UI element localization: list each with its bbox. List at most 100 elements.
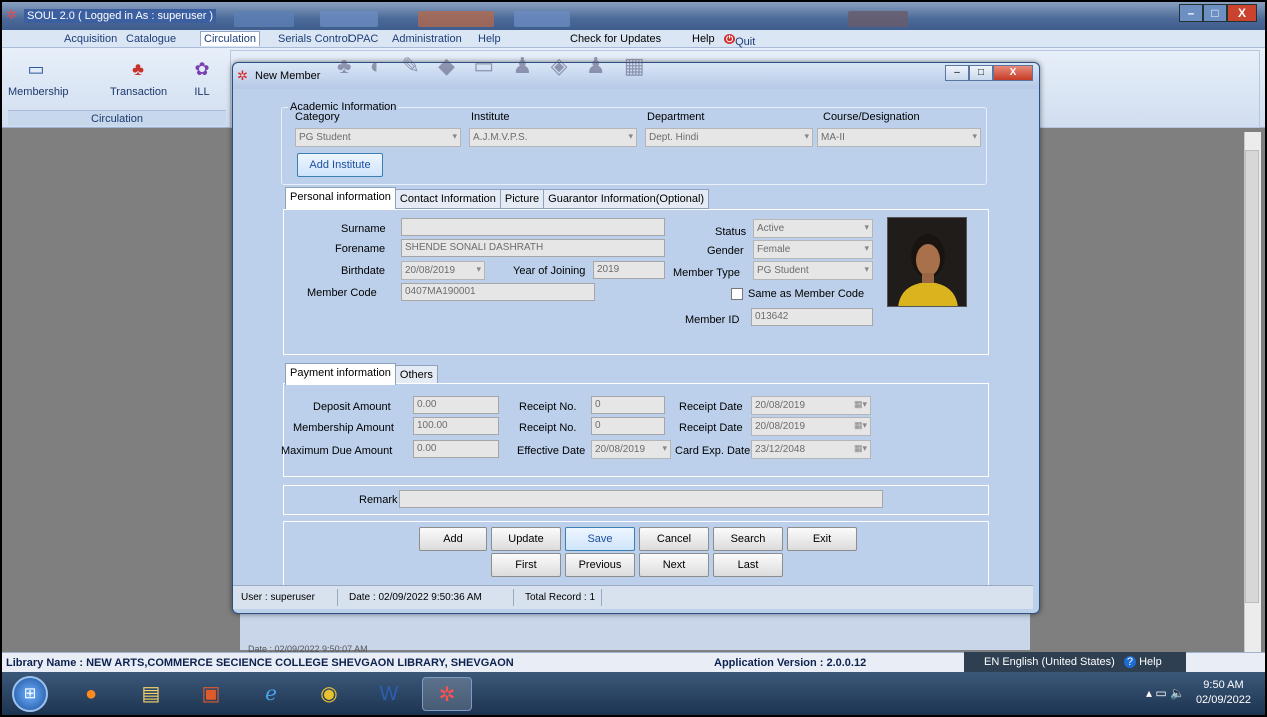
max-due-amount-field[interactable]: 0.00 [413, 440, 499, 458]
menu-help-right[interactable]: Help [692, 33, 715, 45]
next-button[interactable]: Next [639, 553, 709, 577]
tray-arrow-icon[interactable]: ▴ [1146, 686, 1152, 700]
dialog-maximize-button[interactable]: □ [969, 65, 993, 81]
minimize-button[interactable]: – [1179, 4, 1203, 22]
exit-button[interactable]: Exit [787, 527, 857, 551]
status-total-records: Total Record : 1 [525, 592, 596, 603]
last-button[interactable]: Last [713, 553, 783, 577]
status-label: Status [715, 226, 747, 238]
tab-picture[interactable]: Picture [499, 189, 545, 209]
same-as-member-code-label: Same as Member Code [748, 288, 865, 300]
tab-personal-information[interactable]: Personal information [285, 187, 396, 209]
status-select[interactable]: Active ▾ [753, 219, 873, 238]
menu-administration[interactable]: Administration [392, 33, 462, 45]
year-of-joining-field[interactable]: 2019 [593, 261, 665, 279]
cancel-button[interactable]: Cancel [639, 527, 709, 551]
app-icon: ✲ [6, 7, 17, 22]
ribbon-icon-behind: ♣ ◐ ✎ ◆ ▭ ♟ ◈ ♟ ▦ [337, 53, 645, 78]
title-bar: ✲ SOUL 2.0 ( Logged in As : superuser ) … [2, 2, 1265, 30]
gender-label: Gender [707, 245, 744, 257]
previous-button[interactable]: Previous [565, 553, 635, 577]
member-type-select[interactable]: PG Student ▾ [753, 261, 873, 280]
menu-circulation[interactable]: Circulation [200, 31, 260, 46]
clock[interactable]: 9:50 AM 02/09/2022 [1196, 678, 1251, 708]
soul-app-icon[interactable]: ✲ [422, 677, 472, 711]
tab-payment-information[interactable]: Payment information [285, 363, 396, 385]
window-controls: – □ X [1179, 4, 1257, 22]
course-select[interactable]: MA-II ▾ [817, 128, 981, 147]
update-button[interactable]: Update [491, 527, 561, 551]
network-icon[interactable]: ▭ [1155, 686, 1166, 700]
first-button[interactable]: First [491, 553, 561, 577]
department-select[interactable]: Dept. Hindi ▾ [645, 128, 813, 147]
member-id-field[interactable]: 013642 [751, 308, 873, 326]
ill-button[interactable]: ✿ ILL [174, 54, 230, 114]
institute-label: Institute [471, 111, 510, 123]
volume-icon[interactable]: 🔈 [1170, 686, 1185, 700]
start-button-icon[interactable]: ⊞ [12, 676, 48, 712]
folder-icon[interactable]: ▤ [126, 677, 176, 711]
membership-label: Membership [8, 86, 69, 98]
institute-select[interactable]: A.J.M.V.P.S. ▾ [469, 128, 637, 147]
receipt-date-value-2: 20/08/2019 [755, 421, 806, 432]
firefox-icon[interactable]: ● [66, 677, 116, 711]
category-value: PG Student [299, 132, 351, 143]
chrome-icon[interactable]: ◉ [304, 677, 354, 711]
menu-opac[interactable]: OPAC [348, 33, 378, 45]
membership-amount-field[interactable]: 100.00 [413, 417, 499, 435]
tab-guarantor-information[interactable]: Guarantor Information(Optional) [543, 189, 710, 209]
receipt-no-field-1[interactable]: 0 [591, 396, 665, 414]
dialog-title-bar: ✲ New Member ♣ ◐ ✎ ◆ ▭ ♟ ◈ ♟ ▦ – □ X [233, 53, 1039, 89]
new-member-dialog: ✲ New Member ♣ ◐ ✎ ◆ ▭ ♟ ◈ ♟ ▦ – □ X Aca… [232, 53, 1040, 614]
member-code-label: Member Code [307, 287, 377, 299]
menu-bar: Acquisition Catalogue Circulation Serial… [2, 30, 1265, 48]
office-icon[interactable]: ▣ [186, 677, 236, 711]
save-button[interactable]: Save [565, 527, 635, 551]
menu-help[interactable]: Help [478, 33, 501, 45]
surname-label: Surname [341, 223, 386, 235]
system-tray[interactable]: ▴ ▭ 🔈 [1146, 686, 1185, 700]
ie-icon[interactable]: ℯ [246, 677, 296, 711]
receipt-date-picker-2[interactable]: 20/08/2019 ▦▾ [751, 417, 871, 436]
category-select[interactable]: PG Student ▾ [295, 128, 461, 147]
background-tile [320, 11, 378, 27]
forename-field[interactable]: SHENDE SONALI DASHRATH [401, 239, 665, 257]
menu-acquisition[interactable]: Acquisition [64, 33, 117, 45]
language-bar[interactable]: EN English (United States) ? Help [964, 652, 1186, 672]
ill-icon: ✿ [194, 59, 210, 79]
search-button[interactable]: Search [713, 527, 783, 551]
tab-others[interactable]: Others [394, 365, 438, 385]
deposit-amount-field[interactable]: 0.00 [413, 396, 499, 414]
birthdate-picker[interactable]: 20/08/2019 ▾ [401, 261, 485, 280]
check-for-updates[interactable]: Check for Updates [570, 33, 661, 45]
receipt-date-picker-1[interactable]: 20/08/2019 ▦▾ [751, 396, 871, 415]
card-exp-date-picker[interactable]: 23/12/2048 ▦▾ [751, 440, 871, 459]
chevron-down-icon: ▾ [804, 131, 809, 141]
transaction-button[interactable]: ♣ Transaction [110, 54, 167, 114]
quit-button[interactable]: ⏻ Quit [724, 33, 755, 48]
member-id-label: Member ID [685, 314, 740, 326]
receipt-no-field-2[interactable]: 0 [591, 417, 665, 435]
menu-catalogue[interactable]: Catalogue [126, 33, 176, 45]
close-button[interactable]: X [1227, 4, 1257, 22]
deposit-amount-label: Deposit Amount [313, 401, 391, 413]
add-button[interactable]: Add [419, 527, 487, 551]
dialog-close-button[interactable]: X [993, 65, 1033, 81]
tab-contact-information[interactable]: Contact Information [394, 189, 501, 209]
effective-date-picker[interactable]: 20/08/2019 ▾ [591, 440, 671, 459]
birthdate-label: Birthdate [341, 265, 386, 277]
word-icon[interactable]: W [364, 677, 414, 711]
scrollbar-thumb[interactable] [1245, 150, 1259, 603]
menu-serials-control[interactable]: Serials Control [278, 33, 350, 45]
dialog-minimize-button[interactable]: – [945, 65, 969, 81]
surname-field[interactable] [401, 218, 665, 236]
gender-select[interactable]: Female ▾ [753, 240, 873, 259]
add-institute-button[interactable]: Add Institute [297, 153, 383, 177]
membership-button[interactable]: ▭ Membership [8, 54, 69, 114]
member-code-field[interactable]: 0407MA190001 [401, 283, 595, 301]
remark-field[interactable] [399, 490, 883, 508]
same-as-member-code-checkbox[interactable] [731, 288, 743, 300]
maximize-button[interactable]: □ [1203, 4, 1227, 22]
card-exp-date-label: Card Exp. Date [675, 445, 751, 457]
background-tile [514, 11, 570, 27]
